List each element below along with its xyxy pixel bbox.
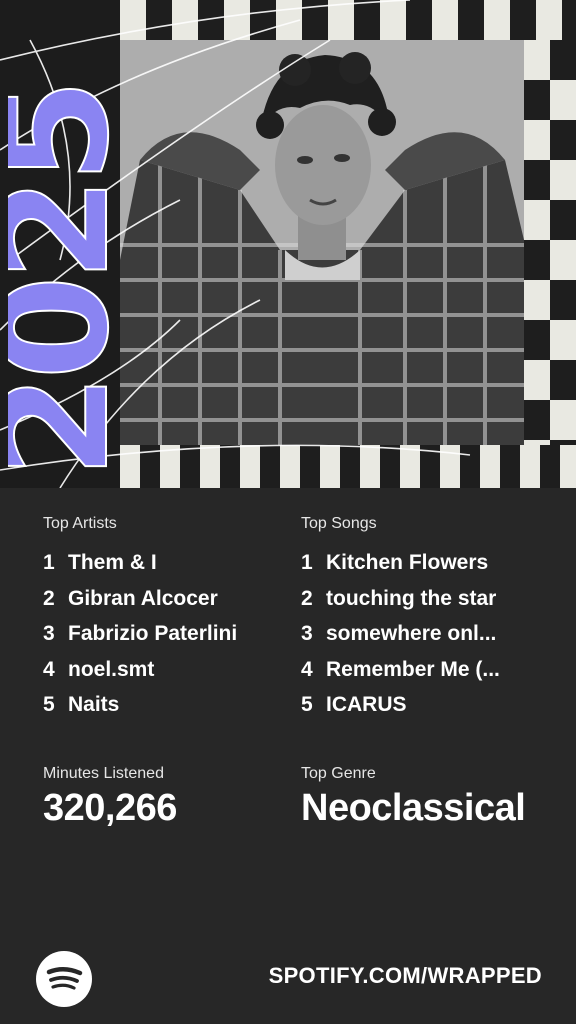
list-item: 3 somewhere onl...: [301, 622, 497, 645]
minutes-listened-label: Minutes Listened: [43, 765, 164, 782]
list-item: 2 Gibran Alcocer: [43, 586, 218, 610]
list-item: 4 Remember Me (...: [301, 657, 500, 681]
wrapped-link[interactable]: SPOTIFY.COM/WRAPPED: [269, 963, 542, 989]
minutes-listened-value: 320,266: [43, 787, 177, 829]
list-item: 4 noel.smt: [43, 657, 155, 681]
top-songs-list: 1 Kitchen Flowers 2 touching the star 3 som…: [301, 545, 551, 723]
top-artists-section: Top Artists 1 Them & I 2 Gibran Alcocer 3F…: [43, 515, 293, 723]
minutes-listened-section: Minutes Listened 320,266: [43, 765, 177, 830]
year-text: 2025: [8, 85, 120, 478]
list-item: 5 Naits: [43, 693, 120, 716]
top-genre-label: Top Genre: [301, 765, 376, 782]
top-artists-label: Top Artists: [43, 515, 117, 532]
list-item: 5 ICARUS: [301, 693, 407, 716]
wrapped-artwork: 2025: [0, 0, 576, 488]
list-item: 3 Fabrizio Paterlini: [43, 622, 238, 645]
top-songs-label: Top Songs: [301, 515, 377, 532]
top-genre-value: Neoclassical: [301, 787, 526, 829]
list-item: 1 Kitchen Flowers: [301, 551, 489, 574]
year-2025-graphic: 2025: [8, 84, 120, 478]
top-songs-section: Top Songs 1 Kitchen Flowers 2 touching the…: [301, 515, 551, 723]
top-genre-section: Top Genre Neoclassical: [301, 765, 526, 830]
list-item: 2 touching the star: [301, 586, 497, 610]
top-artists-list: 1 Them & I 2 Gibran Alcocer 3 Fabrizio Pate…: [43, 545, 293, 723]
list-item: 1 Them & I: [43, 551, 157, 574]
spotify-logo-icon: [36, 951, 92, 1007]
